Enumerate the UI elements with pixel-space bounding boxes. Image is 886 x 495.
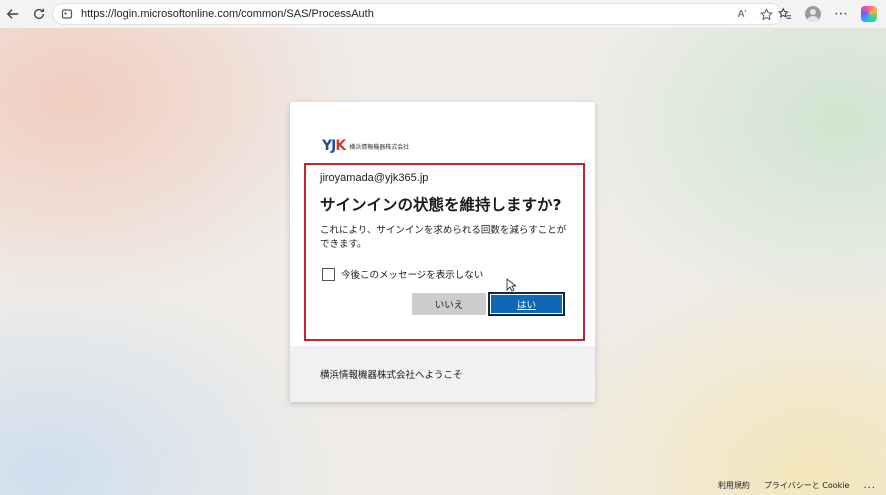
copilot-button[interactable] bbox=[856, 1, 882, 27]
favorites-icon[interactable] bbox=[772, 1, 798, 27]
profile-button[interactable] bbox=[800, 1, 826, 27]
address-bar[interactable]: https://login.microsoftonline.com/common… bbox=[52, 3, 782, 25]
no-button[interactable]: いいえ bbox=[412, 293, 486, 315]
more-horizontal-icon: ⋯ bbox=[834, 6, 848, 22]
yes-button[interactable]: はい bbox=[488, 292, 565, 316]
avatar bbox=[805, 6, 821, 22]
logo-text: 横浜情報機器株式会社 bbox=[349, 143, 410, 151]
dont-show-again-row[interactable]: 今後このメッセージを表示しない bbox=[322, 267, 483, 281]
site-info-icon[interactable] bbox=[61, 8, 73, 20]
back-button[interactable] bbox=[0, 1, 26, 27]
arrow-left-icon bbox=[6, 9, 19, 19]
dont-show-again-checkbox[interactable] bbox=[322, 267, 335, 281]
browser-toolbar: https://login.microsoftonline.com/common… bbox=[0, 0, 886, 28]
refresh-icon bbox=[33, 8, 45, 19]
mouse-cursor-icon bbox=[506, 278, 516, 292]
dont-show-again-label[interactable]: 今後このメッセージを表示しない bbox=[341, 267, 483, 281]
copilot-icon bbox=[861, 6, 877, 22]
welcome-text: 横浜情報機器株式会社へようこそ bbox=[320, 370, 463, 381]
read-aloud-icon[interactable]: Aʹ bbox=[731, 4, 753, 24]
privacy-link[interactable]: プライバシーと Cookie bbox=[764, 480, 850, 491]
description-text: これにより、サインインを求められる回数を減らすことができます。 bbox=[320, 225, 567, 250]
terms-link[interactable]: 利用規約 bbox=[718, 480, 750, 491]
settings-more-button[interactable]: ⋯ bbox=[828, 1, 854, 27]
page-title: サインインの状態を維持しますか? bbox=[320, 196, 562, 214]
company-logo: YJK 横浜情報機器株式会社 bbox=[322, 138, 409, 154]
refresh-button[interactable] bbox=[26, 1, 52, 27]
url-text[interactable]: https://login.microsoftonline.com/common… bbox=[81, 8, 374, 20]
signin-card: YJK 横浜情報機器株式会社 jiroyamada@yjk365.jp サインイ… bbox=[290, 102, 595, 402]
account-email: jiroyamada@yjk365.jp bbox=[320, 172, 429, 184]
footer-more-button[interactable]: ... bbox=[863, 480, 876, 491]
logo-mark: YJK bbox=[322, 138, 346, 154]
page-footer: 利用規約 プライバシーと Cookie ... bbox=[718, 480, 876, 491]
card-footer: 横浜情報機器株式会社へようこそ bbox=[290, 346, 595, 402]
